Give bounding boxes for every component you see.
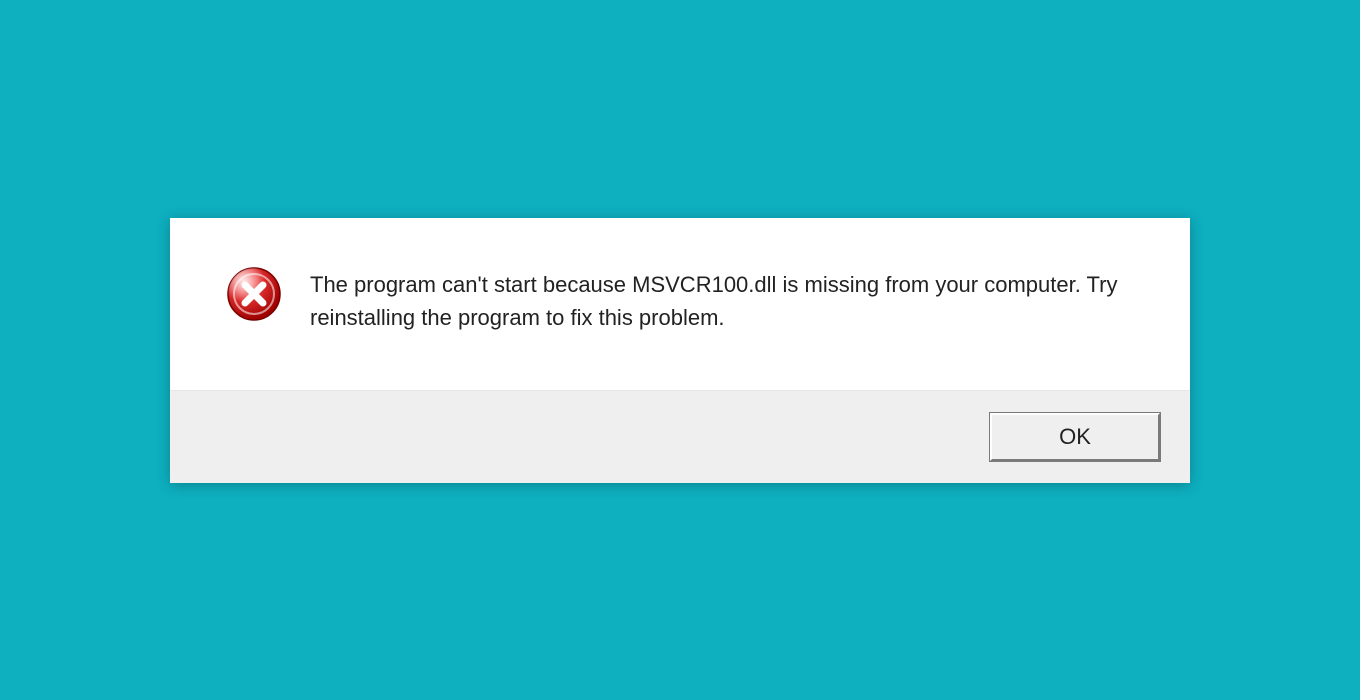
error-dialog: The program can't start because MSVCR100…	[170, 218, 1190, 483]
dialog-button-bar: OK	[170, 390, 1190, 483]
error-message: The program can't start because MSVCR100…	[310, 266, 1130, 334]
ok-button[interactable]: OK	[990, 413, 1160, 461]
error-icon	[226, 266, 282, 322]
dialog-content: The program can't start because MSVCR100…	[170, 218, 1190, 390]
